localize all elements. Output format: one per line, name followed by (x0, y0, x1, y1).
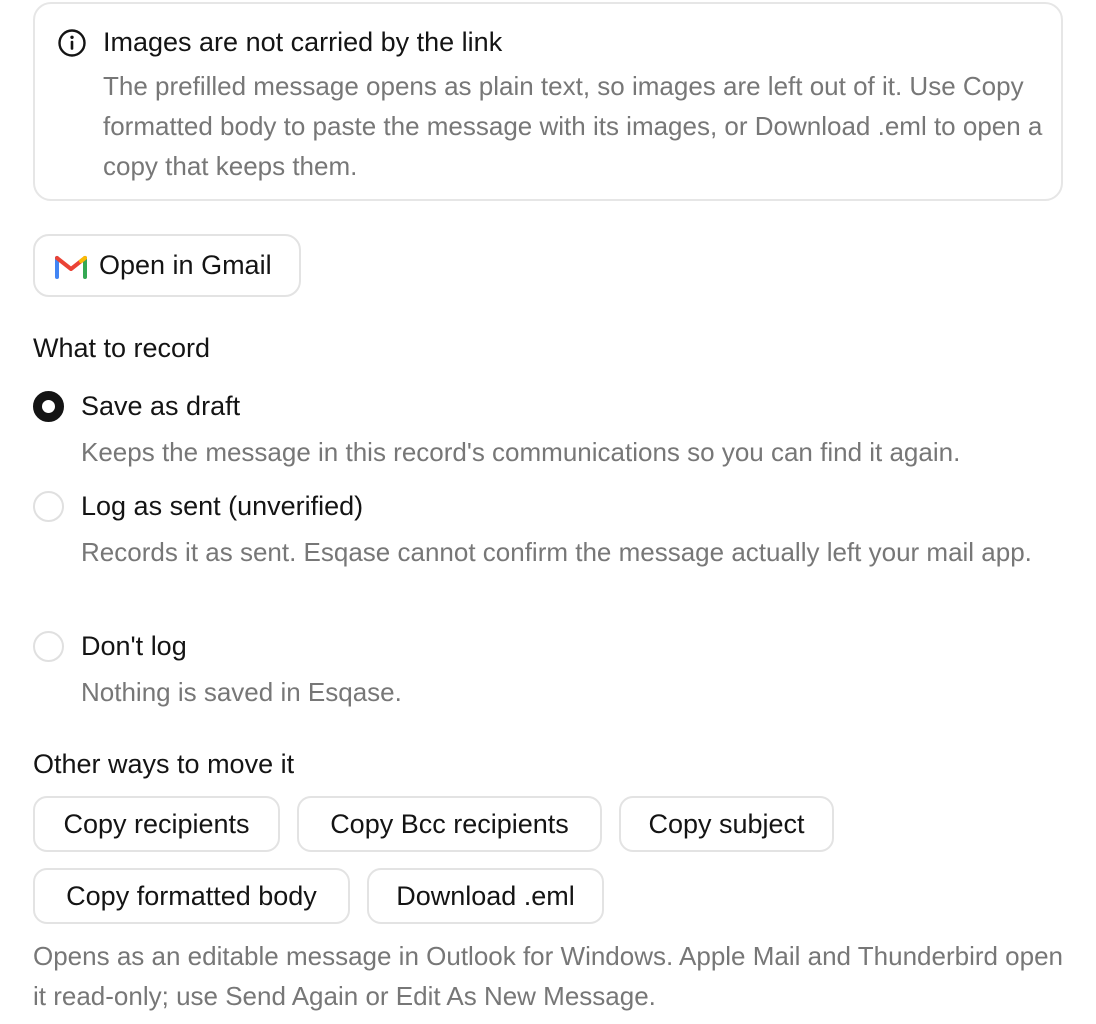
notice-card: Images are not carried by the link The p… (33, 2, 1063, 201)
radio-unchecked-icon[interactable] (33, 491, 64, 522)
gmail-icon (55, 255, 87, 279)
open-in-gmail-label: Open in Gmail (99, 250, 272, 280)
radio-checked-icon[interactable] (33, 391, 64, 422)
radio-label: Don't log (81, 631, 187, 661)
copy-bcc-recipients-button[interactable]: Copy Bcc recipients (297, 796, 602, 852)
copy-subject-button[interactable]: Copy subject (619, 796, 834, 852)
notice-body: The prefilled message opens as plain tex… (103, 71, 1043, 181)
radio-label: Save as draft (81, 391, 241, 421)
notice-title: Images are not carried by the link (103, 27, 503, 57)
what-to-record-heading: What to record (33, 333, 211, 363)
download-eml-button[interactable]: Download .eml (367, 868, 604, 924)
radio-description: Keeps the message in this record's commu… (81, 437, 961, 467)
other-ways-heading: Other ways to move it (33, 749, 295, 779)
copy-formatted-body-button[interactable]: Copy formatted body (33, 868, 350, 924)
radio-label: Log as sent (unverified) (81, 491, 364, 521)
radio-description: Records it as sent. Esqase cannot confir… (81, 537, 1032, 567)
open-in-gmail-button[interactable]: Open in Gmail (33, 234, 301, 297)
copy-recipients-button[interactable]: Copy recipients (33, 796, 280, 852)
radio-description: Nothing is saved in Esqase. (81, 677, 402, 707)
radio-unchecked-icon[interactable] (33, 631, 64, 662)
info-icon (58, 29, 86, 57)
eml-footnote: Opens as an editable message in Outlook … (33, 941, 1064, 1011)
